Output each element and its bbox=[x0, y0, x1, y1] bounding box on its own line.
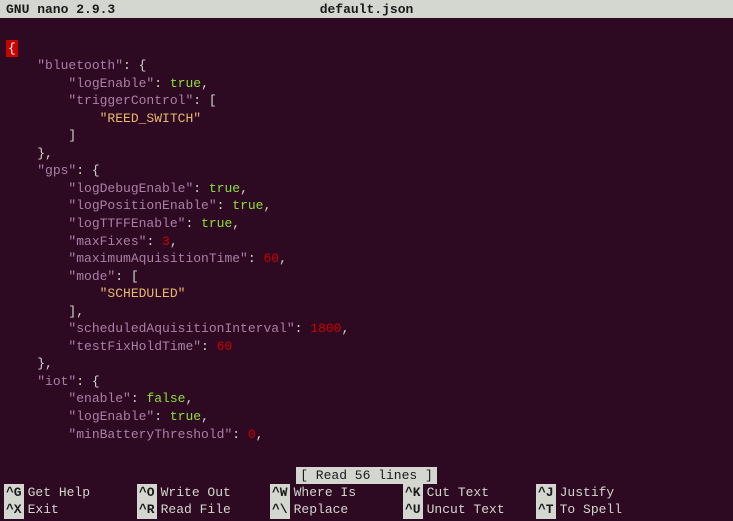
shortcut-row-1: ^GGet Help^OWrite Out^WWhere Is^KCut Tex… bbox=[4, 484, 729, 502]
shortcut-label: To Spell bbox=[560, 501, 622, 519]
shortcut-label: Uncut Text bbox=[427, 501, 505, 519]
shortcut-key: ^J bbox=[536, 484, 556, 502]
code-line: "logEnable": true, bbox=[6, 75, 727, 93]
shortcut-key: ^X bbox=[4, 501, 24, 519]
shortcut-label: Exit bbox=[28, 501, 59, 519]
shortcut-key: ^\ bbox=[270, 501, 290, 519]
status-bar: [ Read 56 lines ] bbox=[0, 467, 733, 485]
code-line: "iot": { bbox=[6, 373, 727, 391]
shortcut-where-is[interactable]: ^WWhere Is bbox=[270, 484, 403, 502]
code-line: "SCHEDULED" bbox=[6, 285, 727, 303]
code-line: "testFixHoldTime": 60 bbox=[6, 338, 727, 356]
code-line: "logDebugEnable": true, bbox=[6, 180, 727, 198]
shortcut-key: ^O bbox=[137, 484, 157, 502]
shortcut-label: Cut Text bbox=[427, 484, 489, 502]
editor-area[interactable]: { "bluetooth": { "logEnable": true, "tri… bbox=[0, 18, 733, 465]
shortcut-label: Read File bbox=[161, 501, 231, 519]
code-line: "minBatteryThreshold": 0, bbox=[6, 426, 727, 444]
app-name: GNU nano 2.9.3 bbox=[6, 1, 115, 19]
code-line: ] bbox=[6, 127, 727, 145]
shortcut-exit[interactable]: ^XExit bbox=[4, 501, 137, 519]
shortcut-key: ^G bbox=[4, 484, 24, 502]
code-line: "bluetooth": { bbox=[6, 57, 727, 75]
filename: default.json bbox=[320, 1, 414, 19]
status-message: [ Read 56 lines ] bbox=[296, 467, 437, 485]
shortcut-justify[interactable]: ^JJustify bbox=[536, 484, 669, 502]
code-line: "enable": false, bbox=[6, 390, 727, 408]
code-line: "maxFixes": 3, bbox=[6, 233, 727, 251]
shortcut-label: Write Out bbox=[161, 484, 231, 502]
shortcut-key: ^U bbox=[403, 501, 423, 519]
shortcut-replace[interactable]: ^\Replace bbox=[270, 501, 403, 519]
shortcut-bar: ^GGet Help^OWrite Out^WWhere Is^KCut Tex… bbox=[0, 484, 733, 521]
title-bar: GNU nano 2.9.3 default.json bbox=[0, 0, 733, 18]
code-line: "gps": { bbox=[6, 162, 727, 180]
code-line: "REED_SWITCH" bbox=[6, 110, 727, 128]
shortcut-write-out[interactable]: ^OWrite Out bbox=[137, 484, 270, 502]
shortcut-row-2: ^XExit^RRead File^\Replace^UUncut Text^T… bbox=[4, 501, 729, 519]
cursor: { bbox=[6, 40, 18, 58]
code-lines: "bluetooth": { "logEnable": true, "trigg… bbox=[6, 57, 727, 443]
shortcut-key: ^K bbox=[403, 484, 423, 502]
code-line: }, bbox=[6, 355, 727, 373]
shortcut-cut-text[interactable]: ^KCut Text bbox=[403, 484, 536, 502]
shortcut-key: ^W bbox=[270, 484, 290, 502]
code-line: "logPositionEnable": true, bbox=[6, 197, 727, 215]
shortcut-get-help[interactable]: ^GGet Help bbox=[4, 484, 137, 502]
shortcut-key: ^R bbox=[137, 501, 157, 519]
code-line: "scheduledAquisitionInterval": 1800, bbox=[6, 320, 727, 338]
code-line: }, bbox=[6, 145, 727, 163]
code-line: "logTTFFEnable": true, bbox=[6, 215, 727, 233]
shortcut-to-spell[interactable]: ^TTo Spell bbox=[536, 501, 669, 519]
shortcut-uncut-text[interactable]: ^UUncut Text bbox=[403, 501, 536, 519]
shortcut-label: Replace bbox=[294, 501, 349, 519]
shortcut-label: Where Is bbox=[294, 484, 356, 502]
code-line: ], bbox=[6, 303, 727, 321]
code-line: "triggerControl": [ bbox=[6, 92, 727, 110]
code-line: "logEnable": true, bbox=[6, 408, 727, 426]
code-line: "maximumAquisitionTime": 60, bbox=[6, 250, 727, 268]
code-line: "mode": [ bbox=[6, 268, 727, 286]
shortcut-key: ^T bbox=[536, 501, 556, 519]
shortcut-label: Justify bbox=[560, 484, 615, 502]
shortcut-label: Get Help bbox=[28, 484, 90, 502]
shortcut-read-file[interactable]: ^RRead File bbox=[137, 501, 270, 519]
